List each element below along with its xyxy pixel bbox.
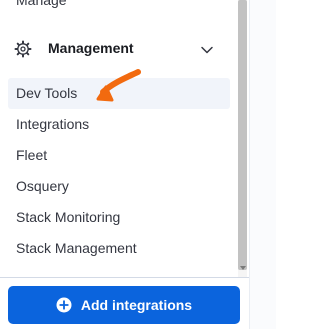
side-nav: Manage Management Dev Tools Integrations… [0,0,236,277]
annotation-arrow-icon [96,69,141,102]
add-integrations-button[interactable]: Add integrations [8,286,240,324]
nav-item-manage[interactable]: Manage [16,0,67,8]
nav-item-stack-monitoring[interactable]: Stack Monitoring [8,202,230,233]
plus-circle-icon [56,297,72,313]
nav-item-osquery[interactable]: Osquery [8,171,230,202]
add-integrations-label: Add integrations [80,297,193,313]
content-area-edge [249,0,276,329]
nav-item-stack-management[interactable]: Stack Management [8,233,230,264]
scrollbar-thumb[interactable] [238,0,247,270]
management-section-toggle[interactable]: Management [0,34,236,64]
navigation-panel: Manage Management Dev Tools Integrations… [0,0,276,329]
section-title: Management [48,40,134,56]
nav-footer: Add integrations [0,278,249,329]
scroll-down-arrow-icon[interactable] [240,266,246,270]
gear-icon [14,40,32,58]
chevron-down-icon[interactable] [199,42,215,58]
nav-item-fleet[interactable]: Fleet [8,140,230,171]
